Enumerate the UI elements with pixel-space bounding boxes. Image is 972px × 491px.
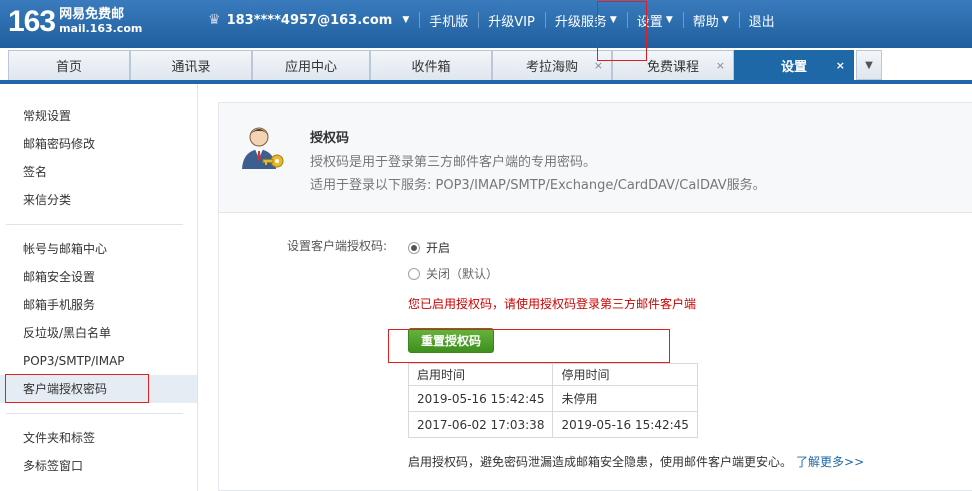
- radio-disable[interactable]: 关闭（默认）: [408, 265, 498, 282]
- chevron-down-icon: ▼: [609, 15, 617, 25]
- chevron-down-icon: ▼: [721, 15, 729, 25]
- settings-menu[interactable]: 设置 ▼: [626, 0, 683, 40]
- reset-auth-code-button[interactable]: 重置授权码: [408, 328, 494, 353]
- sidebar-item-general[interactable]: 常规设置: [0, 102, 197, 130]
- table-cell: 2017-06-02 17:03:38: [407, 411, 554, 438]
- user-email: 183****4957@163.com: [226, 12, 393, 28]
- sidebar-item-signature[interactable]: 签名: [0, 158, 197, 186]
- sidebar-item-antispam[interactable]: 反垃圾/黑白名单: [0, 319, 197, 347]
- tab-free-course[interactable]: 免费课程 ×: [612, 50, 734, 80]
- chevron-down-icon: ▼: [665, 15, 673, 25]
- tab-home[interactable]: 首页: [8, 50, 130, 80]
- table-row: 2019-05-16 15:42:45 未停用: [407, 385, 698, 412]
- sidebar-item-client-auth-code[interactable]: 客户端授权密码: [0, 375, 197, 403]
- mobile-link[interactable]: 手机版: [419, 0, 478, 40]
- tab-contacts[interactable]: 通讯录: [130, 50, 252, 80]
- auth-code-description: 授权码是用于登录第三方邮件客户端的专用密码。: [310, 155, 597, 170]
- help-menu[interactable]: 帮助 ▼: [682, 0, 739, 40]
- page-title: 授权码: [310, 131, 350, 146]
- sidebar-item-pop3[interactable]: POP3/SMTP/IMAP: [0, 347, 197, 375]
- settings-sidebar: 常规设置 邮箱密码修改 签名 来信分类 帐号与邮箱中心 邮箱安全设置 邮箱手机服…: [0, 84, 198, 491]
- setting-label: 设置客户端授权码:: [287, 239, 388, 253]
- logo[interactable]: 163 网易免费邮 mail.163.com: [8, 6, 142, 38]
- logo-number: 163: [8, 5, 56, 38]
- logo-name: 网易免费邮: [59, 7, 125, 22]
- tab-bar: 首页 通讯录 应用中心 收件箱 考拉海购 × 免费课程 × 设置 × ▼: [8, 50, 882, 80]
- sidebar-item-password[interactable]: 邮箱密码修改: [0, 130, 197, 158]
- user-key-icon: [242, 127, 284, 169]
- upgrade-vip-link[interactable]: 升级VIP: [478, 0, 545, 40]
- tab-inbox[interactable]: 收件箱: [370, 50, 492, 80]
- table-cell: 2019-05-16 15:42:45: [407, 385, 554, 412]
- radio-enable[interactable]: 开启: [408, 239, 450, 256]
- auth-code-header: 授权码 授权码是用于登录第三方邮件客户端的专用密码。 适用于登录以下服务: PO…: [219, 103, 972, 213]
- status-notice: 您已启用授权码，请使用授权码登录第三方邮件客户端: [408, 297, 697, 311]
- table-row: 2017-06-02 17:03:38 2019-05-16 15:42:45: [407, 411, 698, 438]
- logout-link[interactable]: 退出: [738, 0, 785, 40]
- learn-more-link[interactable]: 了解更多>>: [796, 455, 864, 469]
- close-icon[interactable]: ×: [716, 59, 725, 72]
- upgrade-service-menu[interactable]: 升级服务 ▼: [544, 0, 627, 40]
- auth-code-history-table: 启用时间 停用时间 2019-05-16 15:42:45 未停用 2017-0…: [407, 363, 698, 438]
- footer-text: 启用授权码，避免密码泄漏造成邮箱安全隐患，使用邮件客户端更安心。: [408, 455, 793, 469]
- table-cell: 2019-05-16 15:42:45: [552, 411, 698, 438]
- crown-icon: ♛: [208, 12, 221, 28]
- tab-kaola[interactable]: 考拉海购 ×: [492, 50, 612, 80]
- close-icon[interactable]: ×: [836, 59, 845, 72]
- auth-code-panel: 授权码 授权码是用于登录第三方邮件客户端的专用密码。 适用于登录以下服务: PO…: [218, 102, 972, 491]
- top-nav: ♛ 183****4957@163.com ▼ 手机版 升级VIP 升级服务 ▼ …: [198, 0, 785, 40]
- sidebar-item-filter[interactable]: 来信分类: [0, 186, 197, 214]
- sidebar-item-mobile-service[interactable]: 邮箱手机服务: [0, 291, 197, 319]
- table-header-row: 启用时间 停用时间: [407, 363, 698, 386]
- chevron-down-icon: ▼: [402, 15, 410, 25]
- chevron-down-icon: ▼: [865, 59, 873, 71]
- column-header: 启用时间: [407, 363, 554, 386]
- top-header: 163 网易免费邮 mail.163.com ♛ 183****4957@163…: [0, 0, 972, 48]
- footer-note: 启用授权码，避免密码泄漏造成邮箱安全隐患，使用邮件客户端更安心。 了解更多>>: [408, 453, 864, 470]
- table-cell: 未停用: [552, 385, 698, 412]
- close-icon[interactable]: ×: [594, 59, 603, 72]
- auth-code-services: 适用于登录以下服务: POP3/IMAP/SMTP/Exchange/CardD…: [310, 178, 766, 193]
- sidebar-item-folders[interactable]: 文件夹和标签: [0, 424, 197, 452]
- sidebar-item-multi-tab[interactable]: 多标签窗口: [0, 452, 197, 480]
- column-header: 停用时间: [552, 363, 698, 386]
- sidebar-item-security[interactable]: 邮箱安全设置: [0, 263, 197, 291]
- radio-checked-icon: [408, 241, 420, 254]
- user-account-menu[interactable]: ♛ 183****4957@163.com ▼: [198, 0, 419, 40]
- tab-more-button[interactable]: ▼: [856, 50, 882, 80]
- logo-domain: mail.163.com: [59, 22, 143, 35]
- sidebar-item-account-center[interactable]: 帐号与邮箱中心: [0, 235, 197, 263]
- radio-unchecked-icon: [408, 267, 420, 280]
- tab-app-center[interactable]: 应用中心: [252, 50, 370, 80]
- tab-settings[interactable]: 设置 ×: [734, 50, 854, 80]
